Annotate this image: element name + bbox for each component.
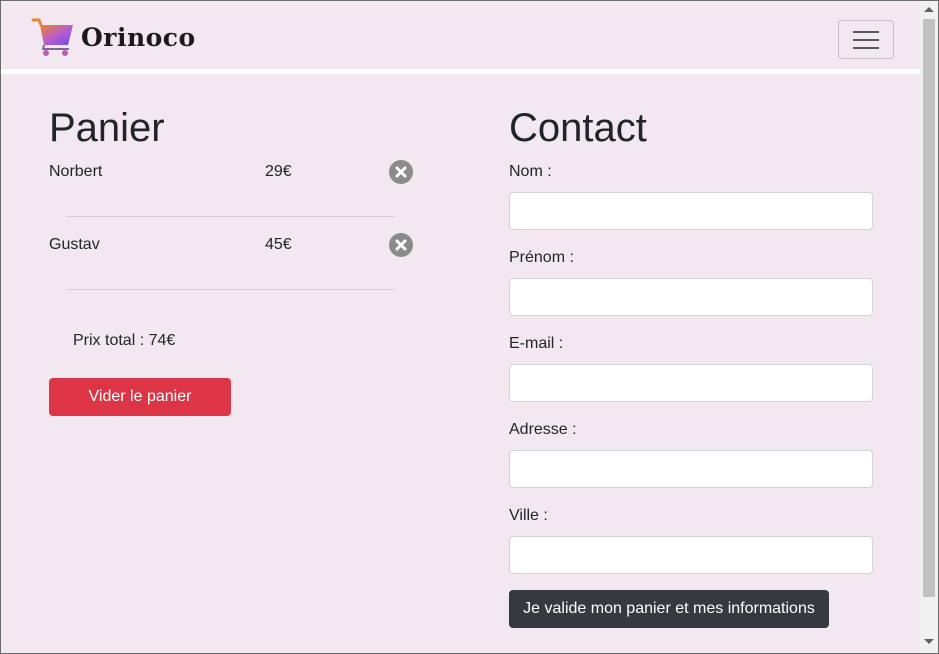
vertical-scrollbar[interactable]: [920, 1, 938, 653]
brand-link[interactable]: Orinoco: [31, 17, 196, 57]
contact-title: Contact: [509, 106, 647, 150]
cart-divider: [67, 289, 395, 290]
cart-item-price: 45€: [265, 236, 292, 253]
cart-title: Panier: [49, 106, 165, 150]
hamburger-icon: [853, 30, 879, 33]
scroll-down-icon[interactable]: [924, 639, 934, 644]
cart-item-price: 29€: [265, 163, 292, 180]
shopping-cart-icon: [31, 18, 73, 56]
email-input[interactable]: [509, 364, 873, 402]
cart-total: Prix total : 74€: [73, 332, 176, 349]
label-adresse: Adresse :: [509, 421, 577, 438]
ville-input[interactable]: [509, 536, 873, 574]
hamburger-icon: [853, 38, 879, 41]
prenom-input[interactable]: [509, 278, 873, 316]
navbar-divider: [1, 69, 920, 74]
clear-cart-button[interactable]: Vider le panier: [49, 378, 231, 416]
label-email: E-mail :: [509, 335, 564, 352]
scroll-up-icon[interactable]: [924, 7, 934, 12]
cart-item-name: Norbert: [49, 163, 103, 180]
label-prenom: Prénom :: [509, 249, 574, 266]
hamburger-icon: [853, 46, 879, 49]
cart-item: Norbert 29€: [49, 160, 419, 186]
navbar: Orinoco: [1, 1, 920, 69]
navbar-toggler-button[interactable]: [838, 20, 894, 59]
adresse-input[interactable]: [509, 450, 873, 488]
cart-divider: [67, 216, 395, 217]
remove-item-button[interactable]: [389, 233, 413, 257]
cart-item: Gustav 45€: [49, 233, 419, 259]
label-nom: Nom :: [509, 163, 552, 180]
brand-name: Orinoco: [81, 22, 196, 52]
close-icon: [395, 166, 407, 178]
label-ville: Ville :: [509, 507, 548, 524]
nom-input[interactable]: [509, 192, 873, 230]
close-icon: [395, 239, 407, 251]
cart-item-name: Gustav: [49, 236, 100, 253]
submit-order-button[interactable]: Je valide mon panier et mes informations: [509, 590, 829, 628]
scrollbar-thumb[interactable]: [923, 19, 935, 597]
remove-item-button[interactable]: [389, 160, 413, 184]
